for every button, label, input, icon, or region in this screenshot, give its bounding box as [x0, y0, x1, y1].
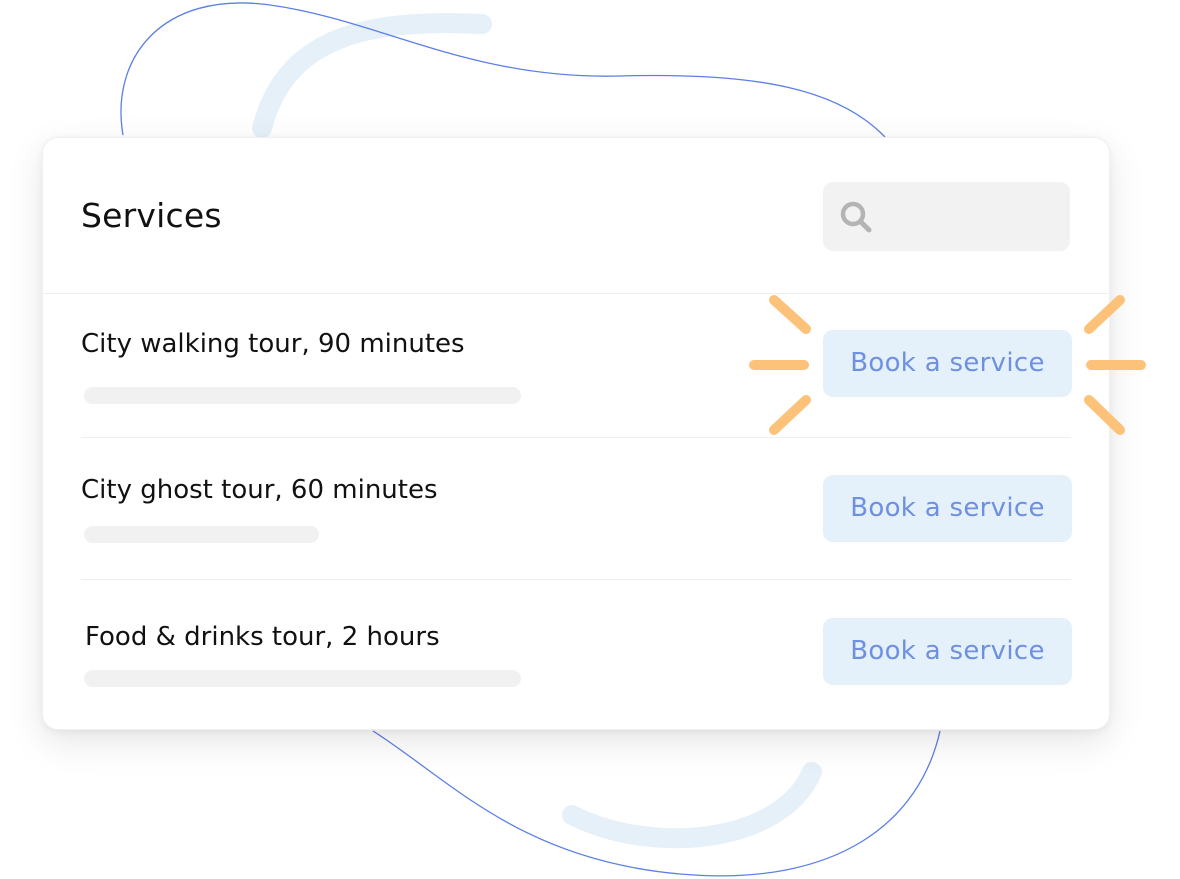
- row-divider: [81, 579, 1071, 580]
- services-card: Services City walking tour, 90 minutes B…: [42, 137, 1111, 730]
- page-title: Services: [81, 196, 222, 235]
- search-input[interactable]: [823, 182, 1070, 251]
- service-name: City walking tour, 90 minutes: [81, 329, 465, 359]
- service-name: Food & drinks tour, 2 hours: [85, 622, 440, 652]
- book-service-button[interactable]: Book a service: [823, 475, 1072, 542]
- book-service-button[interactable]: Book a service: [823, 330, 1072, 397]
- description-placeholder: [84, 387, 521, 404]
- service-name: City ghost tour, 60 minutes: [81, 475, 438, 505]
- decorative-arc-bottom: [562, 762, 822, 849]
- decorative-arc-top: [252, 13, 492, 138]
- decorative-line-bottom: [372, 730, 941, 877]
- description-placeholder: [84, 526, 319, 543]
- description-placeholder: [84, 670, 521, 687]
- search-icon: [840, 201, 872, 233]
- book-service-button[interactable]: Book a service: [823, 618, 1072, 685]
- header-divider: [43, 293, 1111, 294]
- row-divider: [81, 437, 1071, 438]
- decorative-line: [120, 2, 886, 138]
- illustration-stage: Services City walking tour, 90 minutes B…: [0, 0, 1180, 879]
